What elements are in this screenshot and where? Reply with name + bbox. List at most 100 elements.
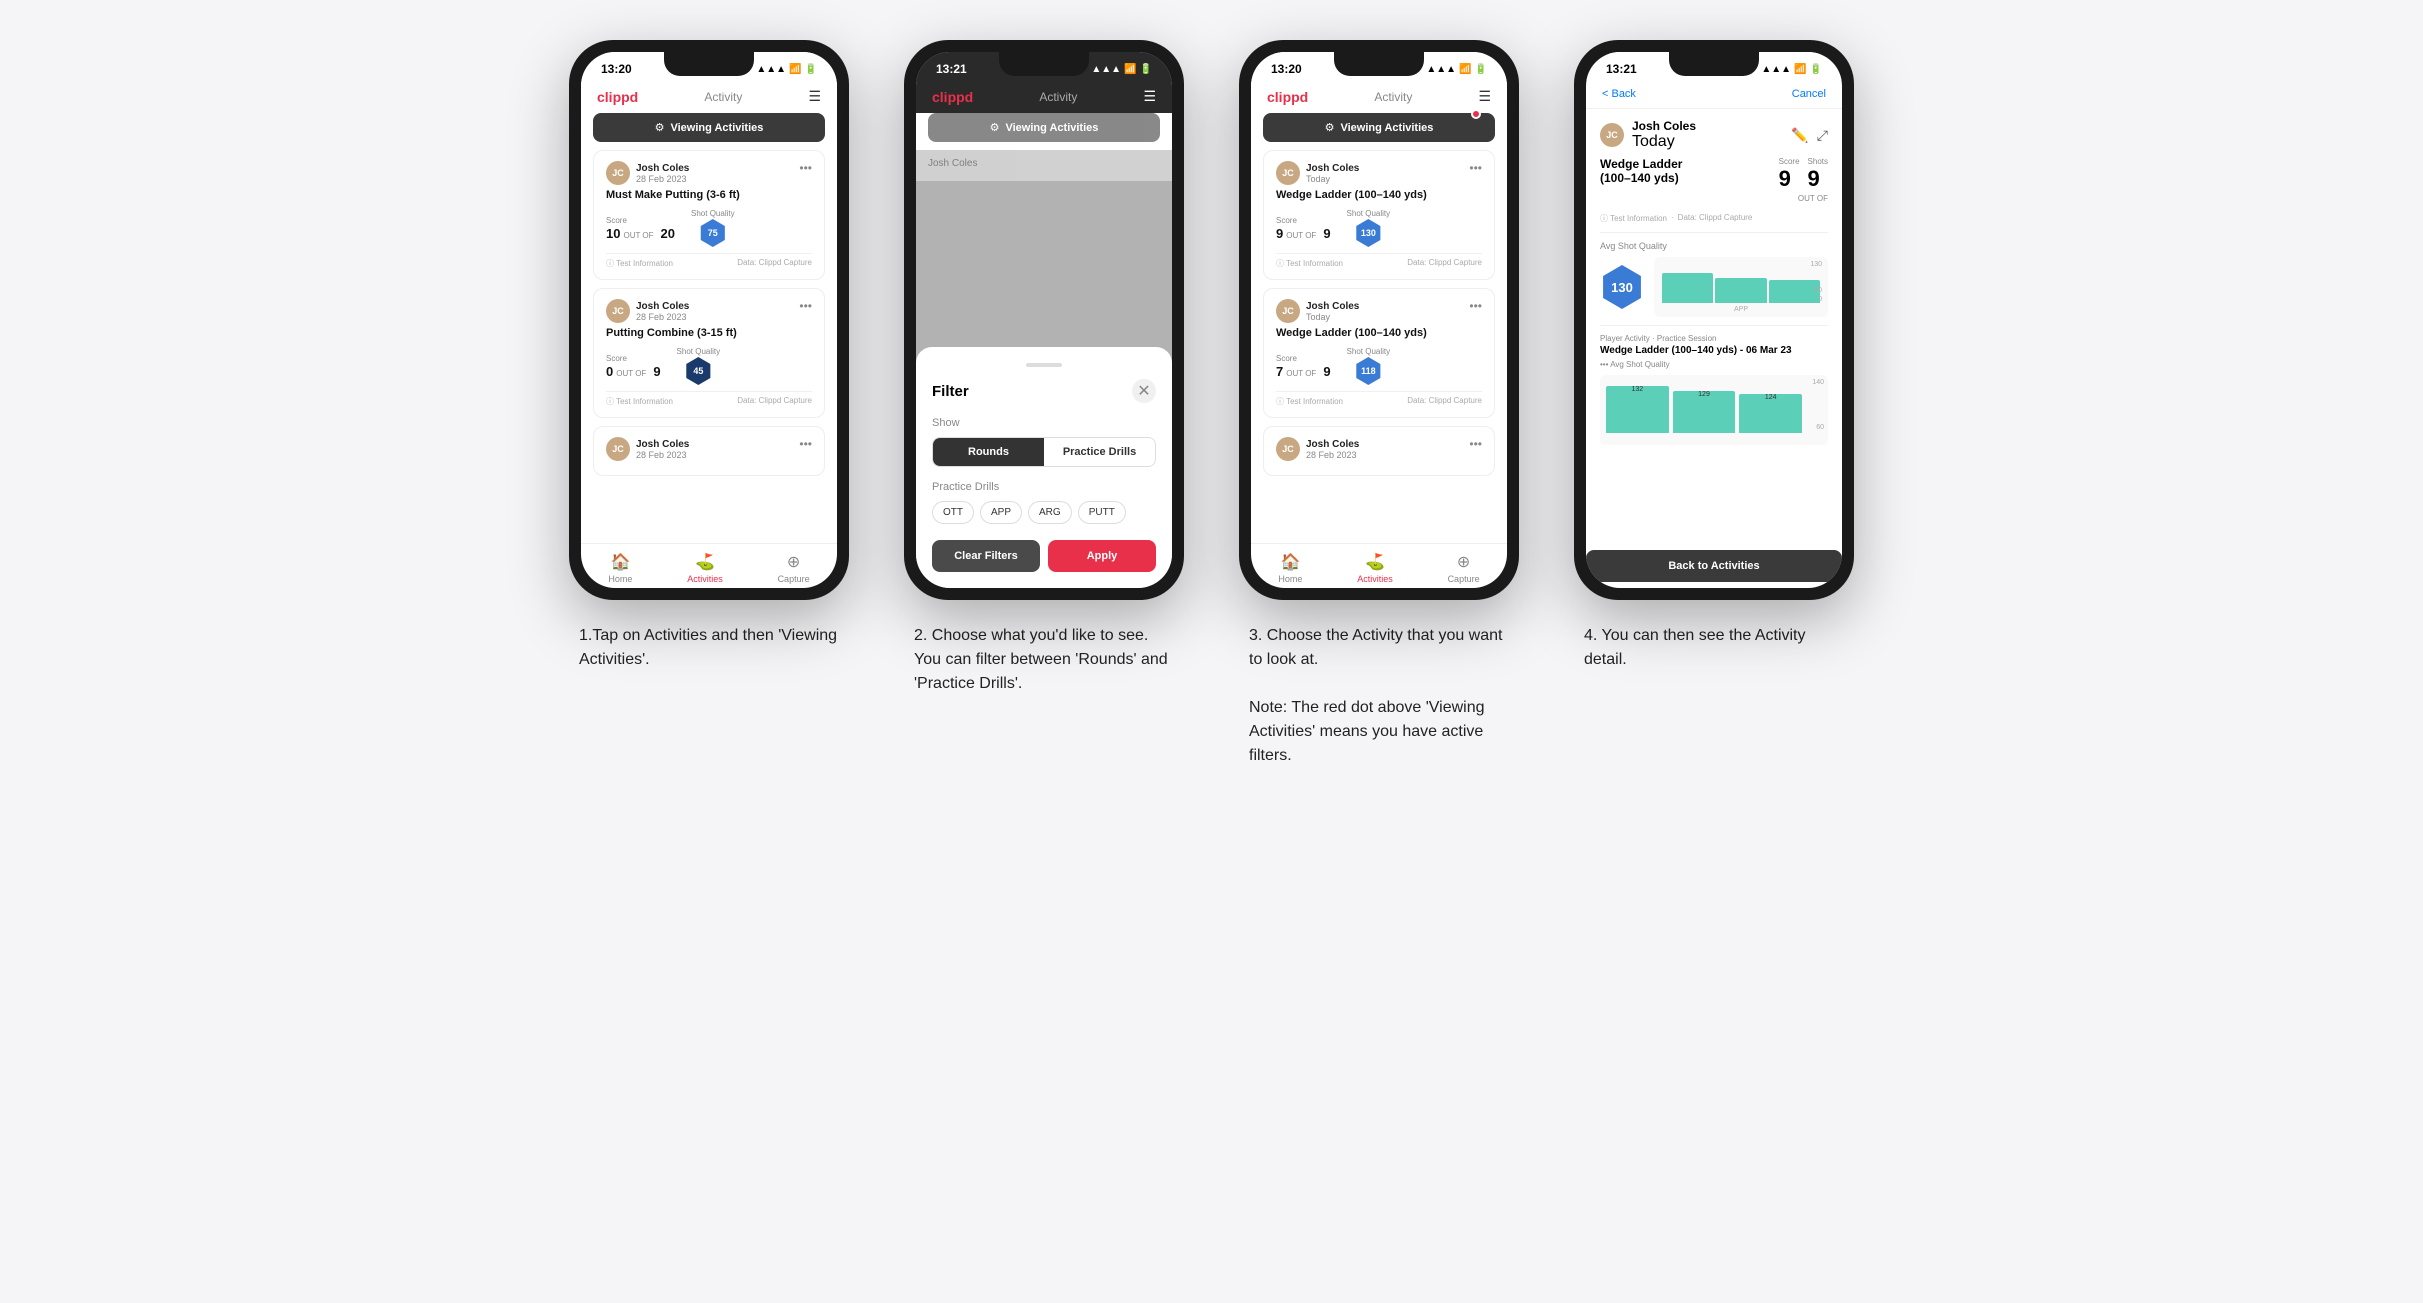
capture-icon-3: ⊕ <box>1457 552 1470 572</box>
avatar-3-1: JC <box>1276 161 1300 185</box>
detail-user-info: JC Josh Coles Today <box>1600 119 1696 151</box>
user-info-1-2: Josh Coles 28 Feb 2023 <box>636 301 689 322</box>
close-filter-button[interactable]: ✕ <box>1132 379 1156 403</box>
stat-score-1-1: Score 10 OUT OF 20 <box>606 216 675 241</box>
user-name-3-2: Josh Coles <box>1306 301 1359 312</box>
stat-quality-3-2: Shot Quality 118 <box>1347 347 1391 385</box>
footer-right-3-2: Data: Clippd Capture <box>1407 396 1482 407</box>
filter-overlay: Josh Coles Filter ✕ Show Rounds Practice… <box>916 150 1172 588</box>
description-4: 4. You can then see the Activity detail. <box>1584 624 1844 672</box>
rounds-button[interactable]: Rounds <box>933 438 1044 466</box>
bg-items: Josh Coles <box>916 150 1172 181</box>
detail-actions: ✏️ ⤢ <box>1791 127 1828 144</box>
nav-activities-1[interactable]: ⛳ Activities <box>687 552 723 584</box>
more-dots-3-3[interactable]: ••• <box>1469 437 1482 451</box>
more-dots-1-3[interactable]: ••• <box>799 437 812 451</box>
card-header-1-2: JC Josh Coles 28 Feb 2023 ••• <box>606 299 812 323</box>
back-button[interactable]: < Back <box>1602 88 1636 100</box>
detail-shots: 9 <box>1808 166 1828 192</box>
apply-button[interactable]: Apply <box>1048 540 1156 572</box>
filter-sheet: Filter ✕ Show Rounds Practice Drills Pra… <box>916 347 1172 588</box>
user-date-1-2: 28 Feb 2023 <box>636 312 689 322</box>
clear-filters-button[interactable]: Clear Filters <box>932 540 1040 572</box>
column-2: 13:21 ▲▲▲ 📶 🔋 clippd Activity ☰ ⚙ Vi <box>897 40 1192 768</box>
drill-tag-app[interactable]: APP <box>980 501 1022 524</box>
hamburger-icon-3[interactable]: ☰ <box>1478 88 1491 105</box>
battery-icon-3: 🔋 <box>1475 64 1487 75</box>
nav-home-1[interactable]: 🏠 Home <box>608 552 632 584</box>
activity-card-3-2[interactable]: JC Josh Coles Today ••• Wedge Ladder (10… <box>1263 288 1495 418</box>
activity-card-1-2[interactable]: JC Josh Coles 28 Feb 2023 ••• Putting Co… <box>593 288 825 418</box>
activities-icon-3: ⛳ <box>1365 552 1385 572</box>
more-dots-3-1[interactable]: ••• <box>1469 161 1482 175</box>
wifi-icon-4: 📶 <box>1794 64 1806 75</box>
footer-right-1-2: Data: Clippd Capture <box>737 396 812 407</box>
chart-bar-2 <box>1715 278 1766 303</box>
drill-tags: OTT APP ARG PUTT <box>932 501 1156 524</box>
cancel-button[interactable]: Cancel <box>1792 88 1826 100</box>
drill-tag-arg[interactable]: ARG <box>1028 501 1072 524</box>
viewing-bar-3[interactable]: ⚙ Viewing Activities <box>1263 113 1495 142</box>
shots-val-3-1: 9 <box>1323 226 1330 241</box>
card-stats-3-1: Score 9 OUT OF 9 Shot Quality 1 <box>1276 209 1482 247</box>
more-dots-3-2[interactable]: ••• <box>1469 299 1482 313</box>
card-title-1-1: Must Make Putting (3-6 ft) <box>606 189 812 201</box>
drill-tag-putt[interactable]: PUTT <box>1078 501 1126 524</box>
edit-icon[interactable]: ✏️ <box>1791 127 1808 144</box>
home-icon-1: 🏠 <box>610 552 630 572</box>
hamburger-icon-2[interactable]: ☰ <box>1143 88 1156 105</box>
activity-card-3-3[interactable]: JC Josh Coles 28 Feb 2023 ••• <box>1263 426 1495 476</box>
hamburger-icon-1[interactable]: ☰ <box>808 88 821 105</box>
user-date-1-1: 28 Feb 2023 <box>636 174 689 184</box>
activity-card-3-1[interactable]: JC Josh Coles Today ••• Wedge Ladder (10… <box>1263 150 1495 280</box>
activity-card-1-1[interactable]: JC Josh Coles 28 Feb 2023 ••• Must Make … <box>593 150 825 280</box>
activity-card-1-3[interactable]: JC Josh Coles 28 Feb 2023 ••• <box>593 426 825 476</box>
nav-capture-1[interactable]: ⊕ Capture <box>778 552 810 584</box>
avatar-3-3: JC <box>1276 437 1300 461</box>
drill-tag-ott[interactable]: OTT <box>932 501 974 524</box>
nav-capture-3[interactable]: ⊕ Capture <box>1448 552 1480 584</box>
card-header-3-1: JC Josh Coles Today ••• <box>1276 161 1482 185</box>
chart-bar-3 <box>1769 280 1820 303</box>
status-time-2: 13:21 <box>936 62 967 76</box>
app-logo-3: clippd <box>1267 89 1308 105</box>
screen-content-1: JC Josh Coles 28 Feb 2023 ••• Must Make … <box>581 150 837 543</box>
status-time-1: 13:20 <box>601 62 632 76</box>
viewing-bar-2[interactable]: ⚙ Viewing Activities <box>928 113 1160 142</box>
mini-bar-1: 132 <box>1606 386 1669 433</box>
more-dots-1-1[interactable]: ••• <box>799 161 812 175</box>
viewing-bar-text-3: Viewing Activities <box>1340 122 1433 134</box>
expand-icon[interactable]: ⤢ <box>1817 127 1828 144</box>
viewing-bar-text-1: Viewing Activities <box>670 122 763 134</box>
filter-icon-3: ⚙ <box>1325 121 1335 134</box>
viewing-bar-1[interactable]: ⚙ Viewing Activities <box>593 113 825 142</box>
bottom-nav-3: 🏠 Home ⛳ Activities ⊕ Capture <box>1251 543 1507 588</box>
back-to-activities-button[interactable]: Back to Activities <box>1586 550 1842 582</box>
nav-home-3[interactable]: 🏠 Home <box>1278 552 1302 584</box>
practice-drills-button[interactable]: Practice Drills <box>1044 438 1155 466</box>
signal-icon-4: ▲▲▲ <box>1761 64 1791 75</box>
filter-toggle-row: Rounds Practice Drills <box>932 437 1156 467</box>
battery-icon-4: 🔋 <box>1810 64 1822 75</box>
app-nav-center-1: Activity <box>704 90 742 104</box>
mini-chart: 132 129 124 140 60 <box>1600 375 1828 445</box>
footer-right-1-1: Data: Clippd Capture <box>737 258 812 269</box>
nav-activities-3[interactable]: ⛳ Activities <box>1357 552 1393 584</box>
phone-2: 13:21 ▲▲▲ 📶 🔋 clippd Activity ☰ ⚙ Vi <box>904 40 1184 600</box>
app-nav-3: clippd Activity ☰ <box>1251 80 1507 113</box>
status-icons-1: ▲▲▲ 📶 🔋 <box>756 64 817 75</box>
user-name-1-2: Josh Coles <box>636 301 689 312</box>
detail-content: Wedge Ladder(100–140 yds) Score 9 Shots … <box>1586 157 1842 544</box>
card-user-3-3: JC Josh Coles 28 Feb 2023 <box>1276 437 1359 461</box>
avatar-3-2: JC <box>1276 299 1300 323</box>
user-name-3-3: Josh Coles <box>1306 439 1359 450</box>
detail-nav: < Back Cancel <box>1586 80 1842 109</box>
status-time-4: 13:21 <box>1606 62 1637 76</box>
footer-left-3-2: ⓘ Test Information <box>1276 396 1343 407</box>
hexagon-3-1: 130 <box>1354 219 1382 247</box>
description-1: 1.Tap on Activities and then 'Viewing Ac… <box>579 624 839 672</box>
stat-quality-3-1: Shot Quality 130 <box>1347 209 1391 247</box>
card-stats-1-2: Score 0 OUT OF 9 Shot Quality 4 <box>606 347 812 385</box>
more-dots-1-2[interactable]: ••• <box>799 299 812 313</box>
phone-1: 13:20 ▲▲▲ 📶 🔋 clippd Activity ☰ ⚙ Vi <box>569 40 849 600</box>
